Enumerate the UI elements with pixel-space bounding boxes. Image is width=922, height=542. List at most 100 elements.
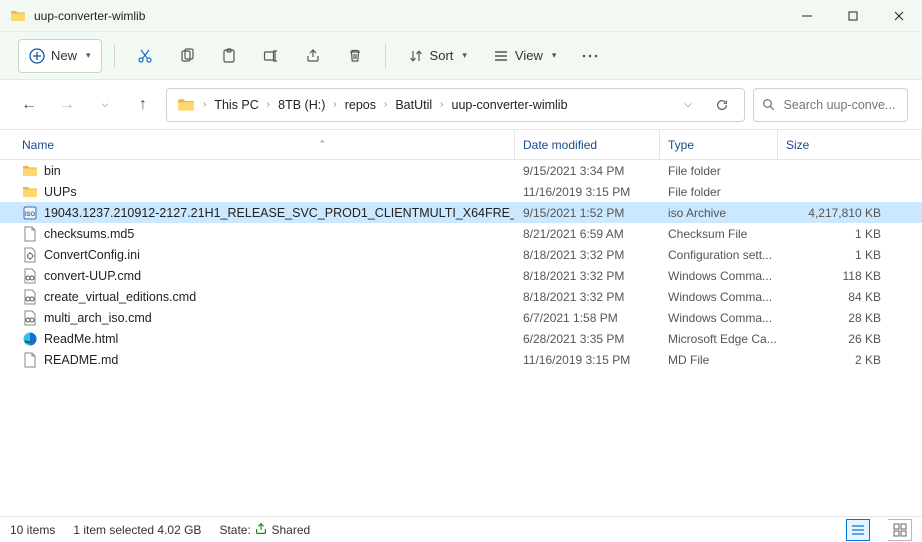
search-icon (762, 98, 775, 111)
breadcrumb[interactable]: 8TB (H:) (274, 94, 329, 116)
folder-icon (22, 184, 38, 200)
address-bar[interactable]: › This PC› 8TB (H:)› repos› BatUtil› uup… (166, 88, 745, 122)
column-date[interactable]: Date modified (515, 130, 660, 159)
separator (114, 44, 115, 68)
file-type: Windows Comma... (660, 307, 778, 328)
file-type: MD File (660, 349, 778, 370)
refresh-icon (715, 98, 729, 112)
delete-button[interactable] (337, 39, 373, 73)
svg-text:ISO: ISO (25, 212, 36, 218)
breadcrumb[interactable]: repos (341, 94, 380, 116)
file-size (778, 181, 922, 202)
file-name: multi_arch_iso.cmd (44, 311, 152, 325)
file-name: create_virtual_editions.cmd (44, 290, 196, 304)
column-headers: Name⌃ Date modified Type Size (0, 130, 922, 160)
recent-button[interactable]: ⌵ (90, 90, 120, 120)
search-box[interactable] (753, 88, 908, 122)
file-type: File folder (660, 181, 778, 202)
file-name: ConvertConfig.ini (44, 248, 140, 262)
thumb-view-button[interactable] (888, 519, 912, 541)
file-date: 8/18/2021 3:32 PM (515, 286, 660, 307)
file-type: Microsoft Edge Ca... (660, 328, 778, 349)
file-name: convert-UUP.cmd (44, 269, 141, 283)
column-name[interactable]: Name⌃ (0, 130, 515, 159)
file-name: 19043.1237.210912-2127.21H1_RELEASE_SVC_… (44, 206, 515, 220)
chevron-right-icon: › (265, 99, 272, 110)
table-row[interactable]: bin9/15/2021 3:34 PMFile folder (0, 160, 922, 181)
table-row[interactable]: ConvertConfig.ini8/18/2021 3:32 PMConfig… (0, 244, 922, 265)
file-size: 4,217,810 KB (778, 202, 922, 223)
file-date: 6/28/2021 3:35 PM (515, 328, 660, 349)
table-row[interactable]: UUPs 11/16/2019 3:15 PMFile folder (0, 181, 922, 202)
table-row[interactable]: convert-UUP.cmd8/18/2021 3:32 PMWindows … (0, 265, 922, 286)
table-row[interactable]: multi_arch_iso.cmd 6/7/2021 1:58 PMWindow… (0, 307, 922, 328)
file-type: Windows Comma... (660, 286, 778, 307)
chevron-right-icon: › (438, 99, 445, 110)
chevron-down-icon: ▾ (552, 50, 557, 61)
file-date: 8/18/2021 3:32 PM (515, 244, 660, 265)
table-row[interactable]: README.md11/16/2019 3:15 PMMD File2 KB (0, 349, 922, 370)
forward-button[interactable]: → (52, 90, 82, 120)
file-name: UUPs (44, 185, 77, 199)
breadcrumb[interactable]: BatUtil (391, 94, 436, 116)
breadcrumb[interactable]: This PC (210, 94, 262, 116)
minimize-button[interactable] (784, 0, 830, 32)
plus-circle-icon (29, 48, 45, 64)
chevron-down-icon: ▾ (462, 50, 467, 61)
chevron-right-icon: › (201, 99, 208, 110)
chevron-right-icon: › (331, 99, 338, 110)
shared-icon (254, 522, 268, 536)
details-view-button[interactable] (846, 519, 870, 541)
file-name: README.md (44, 353, 118, 367)
refresh-button[interactable] (706, 89, 738, 121)
table-row[interactable]: ISO 19043.1237.210912-2127.21H1_RELEASE_S… (0, 202, 922, 223)
history-button[interactable]: ⌵ (672, 89, 704, 121)
file-type: Checksum File (660, 223, 778, 244)
copy-icon (179, 48, 195, 64)
cut-button[interactable] (127, 39, 163, 73)
file-icon (22, 352, 38, 368)
back-button[interactable]: ← (14, 90, 44, 120)
file-name: checksums.md5 (44, 227, 134, 241)
sort-button[interactable]: Sort ▾ (398, 39, 477, 73)
share-button[interactable] (295, 39, 331, 73)
file-size: 84 KB (778, 286, 922, 307)
table-row[interactable]: ReadMe.html6/28/2021 3:35 PMMicrosoft Ed… (0, 328, 922, 349)
state-info: State: Shared (219, 522, 310, 537)
chevron-right-icon: › (382, 99, 389, 110)
file-date: 11/16/2019 3:15 PM (515, 181, 660, 202)
file-date: 6/7/2021 1:58 PM (515, 307, 660, 328)
copy-button[interactable] (169, 39, 205, 73)
column-size[interactable]: Size (778, 130, 922, 159)
table-row[interactable]: checksums.md58/21/2021 6:59 AMChecksum F… (0, 223, 922, 244)
search-input[interactable] (783, 98, 899, 112)
nav-row: ← → ⌵ ↑ › This PC› 8TB (H:)› repos› BatU… (0, 80, 922, 130)
view-button[interactable]: View ▾ (483, 39, 566, 73)
breadcrumb[interactable]: uup-converter-wimlib (448, 94, 572, 116)
new-button[interactable]: New ▾ (18, 39, 102, 73)
iso-icon: ISO (22, 205, 38, 221)
folder-icon (177, 96, 195, 114)
separator (385, 44, 386, 68)
column-type[interactable]: Type (660, 130, 778, 159)
rename-button[interactable] (253, 39, 289, 73)
file-date: 11/16/2019 3:15 PM (515, 349, 660, 370)
view-label: View (515, 48, 543, 63)
maximize-button[interactable] (830, 0, 876, 32)
close-button[interactable] (876, 0, 922, 32)
table-row[interactable]: create_virtual_editions.cmd 8/18/2021 3:3… (0, 286, 922, 307)
file-size: 26 KB (778, 328, 922, 349)
cmd-icon (22, 268, 38, 284)
selection-info: 1 item selected 4.02 GB (73, 523, 201, 537)
file-name: bin (44, 164, 61, 178)
folder-icon (10, 8, 26, 24)
paste-button[interactable] (211, 39, 247, 73)
titlebar: uup-converter-wimlib (0, 0, 922, 32)
scissors-icon (137, 48, 153, 64)
toolbar: New ▾ Sort ▾ View ▾ (0, 32, 922, 80)
more-button[interactable] (572, 39, 608, 73)
up-button[interactable]: ↑ (128, 90, 158, 120)
sort-icon (408, 48, 424, 64)
file-date: 9/15/2021 1:52 PM (515, 202, 660, 223)
file-size: 1 KB (778, 223, 922, 244)
